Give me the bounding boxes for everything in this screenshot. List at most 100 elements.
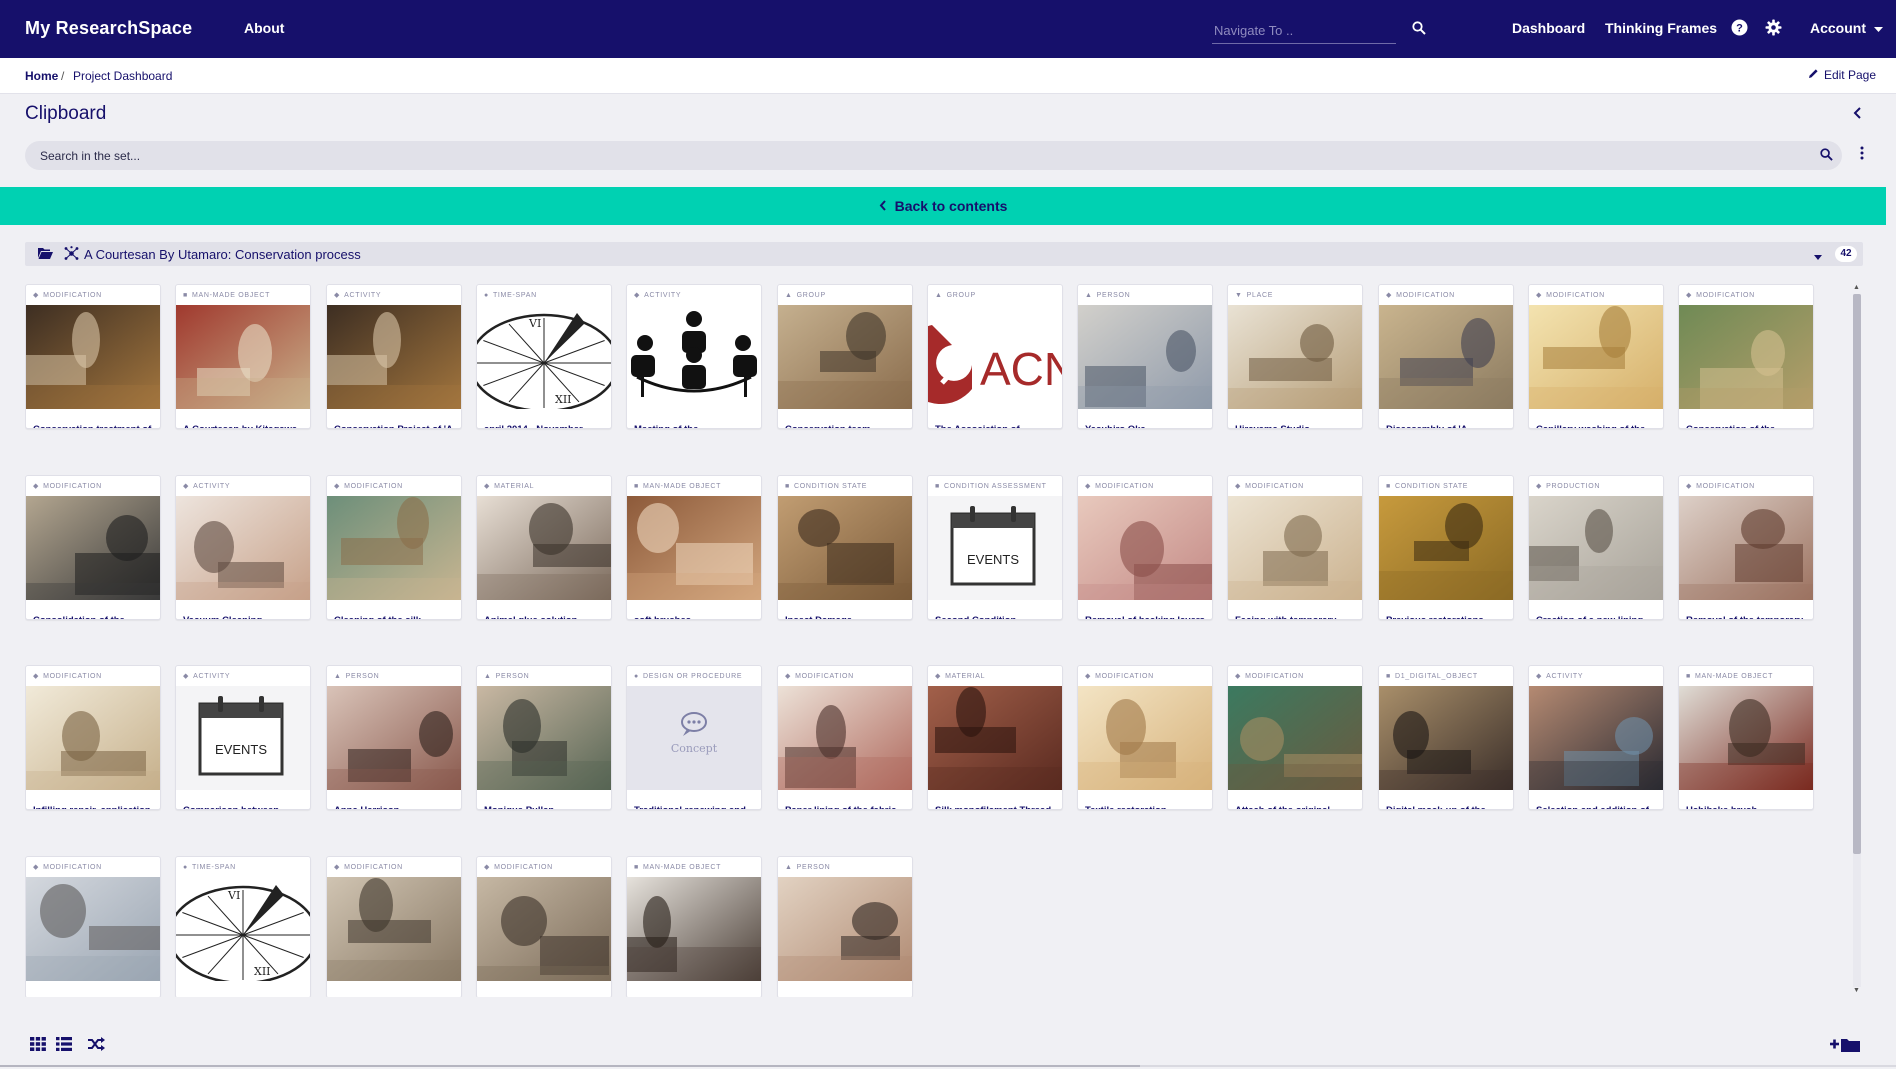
brand-logo[interactable]: My ResearchSpace <box>25 18 192 39</box>
set-item-card[interactable]: ◆Material Animal glue solution <box>476 475 612 620</box>
breadcrumb-home-link[interactable]: Home <box>25 69 58 83</box>
set-item-card[interactable]: ◆Modification Textile restoration <box>1077 665 1213 810</box>
item-thumbnail[interactable] <box>627 496 761 600</box>
set-item-card[interactable]: ◆Activity Meeting of the conservation tea… <box>626 284 762 429</box>
item-thumbnail[interactable] <box>1379 496 1513 600</box>
item-label[interactable]: Silk monofilament Thread - 44 Denier <box>935 804 1057 809</box>
item-label[interactable]: Meeting of the conservation team with Ya… <box>634 423 756 428</box>
item-thumbnail[interactable] <box>477 496 611 600</box>
set-item-card[interactable]: ◆Modification Conservation of the embroid… <box>1678 284 1814 429</box>
item-thumbnail[interactable] <box>778 305 912 409</box>
set-item-card[interactable]: ◆ Modification <box>326 856 462 997</box>
item-label[interactable]: Creation of a new lining <box>1536 614 1658 619</box>
sundial-icon[interactable]: VI XII <box>477 305 611 409</box>
set-item-card[interactable]: ◆Modification Capillary washing of the fr… <box>1528 284 1664 429</box>
item-label[interactable]: Vacuum Cleaning <box>183 614 305 619</box>
item-label[interactable]: Second Condition Assessment <box>935 614 1057 619</box>
item-label[interactable]: Disassembly of 'A Courtesan' by Kitagawa… <box>1386 423 1508 428</box>
gear-icon[interactable] <box>1765 19 1782 41</box>
set-item-card[interactable]: ◆Modification Consolidation of the painti… <box>25 475 161 620</box>
set-item-card[interactable]: ●Design or Procedure Concept Traditional r… <box>626 665 762 810</box>
item-label[interactable]: Selection and addition of new silk to co… <box>1536 804 1658 809</box>
item-thumbnail[interactable] <box>1679 686 1813 790</box>
set-item-card[interactable]: ■Man-Made Object A Courtesan by Kitagawa … <box>175 284 311 429</box>
help-icon[interactable]: ? <box>1731 19 1748 41</box>
item-thumbnail[interactable] <box>928 686 1062 790</box>
item-label[interactable]: Yasuhiro Oka <box>1085 423 1207 428</box>
grid-view-icon[interactable] <box>30 1037 46 1056</box>
set-item-card[interactable]: ◆Material Silk monofilament Thread - 44 D… <box>927 665 1063 810</box>
item-label[interactable]: Removal of the temporary facing layers <box>1686 614 1808 619</box>
item-label[interactable]: Monique Pullan <box>484 804 606 809</box>
item-thumbnail[interactable] <box>1228 686 1362 790</box>
item-thumbnail[interactable] <box>1679 305 1813 409</box>
item-thumbnail[interactable] <box>176 305 310 409</box>
search-icon[interactable] <box>1820 148 1833 166</box>
sundial-icon[interactable]: VI XII <box>176 877 310 981</box>
scroll-thumb[interactable] <box>1853 294 1861 854</box>
item-thumbnail[interactable]: ACN <box>928 305 1062 409</box>
item-label[interactable]: Conservation of the embroidered silk tex… <box>1686 423 1808 428</box>
set-item-card[interactable]: ▲Group Conservation team <box>777 284 913 429</box>
item-thumbnail[interactable] <box>477 686 611 790</box>
meeting-icon[interactable] <box>627 305 761 409</box>
item-thumbnail[interactable] <box>26 877 160 981</box>
set-item-card[interactable]: ◆Modification Infilling repair, applicati… <box>25 665 161 810</box>
item-label[interactable]: Animal glue solution <box>484 614 606 619</box>
nav-dashboard-link[interactable]: Dashboard <box>1512 20 1585 36</box>
set-item-card[interactable]: ◆Modification Removal of the temporary fa… <box>1678 475 1814 620</box>
item-thumbnail[interactable] <box>1228 496 1362 600</box>
concept-icon[interactable]: Concept <box>627 686 761 790</box>
grid-scrollbar[interactable]: ▲ ▼ <box>1851 284 1863 997</box>
item-thumbnail[interactable] <box>1679 496 1813 600</box>
item-thumbnail[interactable] <box>1379 305 1513 409</box>
item-label[interactable]: Paper lining of the fabric pieces <box>785 804 907 809</box>
item-label[interactable]: Conservation team <box>785 423 907 428</box>
item-label[interactable]: Facing with temporary support layers the… <box>1235 614 1357 619</box>
navigate-to-input[interactable] <box>1212 18 1396 44</box>
item-thumbnail[interactable] <box>1529 496 1663 600</box>
item-thumbnail[interactable] <box>1529 686 1663 790</box>
item-thumbnail[interactable] <box>778 877 912 981</box>
edit-page-button[interactable]: Edit Page <box>1808 68 1876 82</box>
scroll-up-arrow-icon[interactable]: ▲ <box>1853 284 1860 291</box>
set-item-card[interactable]: ◆Modification Paper lining of the fabric … <box>777 665 913 810</box>
more-options-icon[interactable] <box>1860 146 1864 165</box>
item-thumbnail[interactable] <box>26 686 160 790</box>
search-icon[interactable] <box>1412 21 1426 40</box>
item-thumbnail[interactable] <box>327 305 461 409</box>
item-label[interactable]: Previous restorations <box>1386 614 1508 619</box>
item-label[interactable]: Comparison between Japanese and western … <box>183 804 305 809</box>
item-label[interactable]: Digital mock-up of the hanging scroll wi… <box>1386 804 1508 809</box>
set-item-card[interactable]: ●Time-Span VI XII april 2014 - November 201… <box>476 284 612 429</box>
set-item-card[interactable]: ■Condition State Insect Damage <box>777 475 913 620</box>
set-item-card[interactable]: ▼Place Hirayama Studio <box>1227 284 1363 429</box>
item-thumbnail[interactable] <box>1529 305 1663 409</box>
page-horizontal-scroll-thumb[interactable] <box>0 1065 1140 1067</box>
set-item-card[interactable]: ▲ Person <box>777 856 913 997</box>
set-item-card[interactable]: ▲Group ACN The Association of Conservation… <box>927 284 1063 429</box>
set-item-card[interactable]: ◆Modification Removal of backing layers <box>1077 475 1213 620</box>
set-item-card[interactable]: ■ Man-Made Object <box>626 856 762 997</box>
item-thumbnail[interactable] <box>1228 305 1362 409</box>
item-thumbnail[interactable] <box>327 496 461 600</box>
item-thumbnail[interactable] <box>627 877 761 981</box>
item-label[interactable]: soft brushes <box>634 614 756 619</box>
item-label[interactable]: Uchibake brush <box>1686 804 1808 809</box>
set-item-card[interactable]: ◆Activity Conservation Project of 'A Cour… <box>326 284 462 429</box>
set-item-card[interactable]: ◆Activity Vacuum Cleaning <box>175 475 311 620</box>
events-icon[interactable]: EVENTS <box>176 686 310 790</box>
item-label[interactable]: Anna Harrison <box>334 804 456 809</box>
set-item-card[interactable]: ● Time-Span VI XII <box>175 856 311 997</box>
set-item-card[interactable]: ◆Modification Facing with temporary suppo… <box>1227 475 1363 620</box>
set-item-card[interactable]: ▲Person Anna Harrison <box>326 665 462 810</box>
item-label[interactable]: Attach of the original restored mount to… <box>1235 804 1357 809</box>
set-item-card[interactable]: ■D1_Digital_Object Digital mock-up of the… <box>1378 665 1514 810</box>
item-thumbnail[interactable] <box>778 496 912 600</box>
nav-about-link[interactable]: About <box>244 20 284 36</box>
item-label[interactable]: Conservation Project of 'A Courtesan' by… <box>334 423 456 428</box>
chevron-down-icon[interactable] <box>1814 249 1822 264</box>
set-item-card[interactable]: ◆ Modification <box>25 856 161 997</box>
item-label[interactable]: Removal of backing layers <box>1085 614 1207 619</box>
item-thumbnail[interactable] <box>1078 305 1212 409</box>
